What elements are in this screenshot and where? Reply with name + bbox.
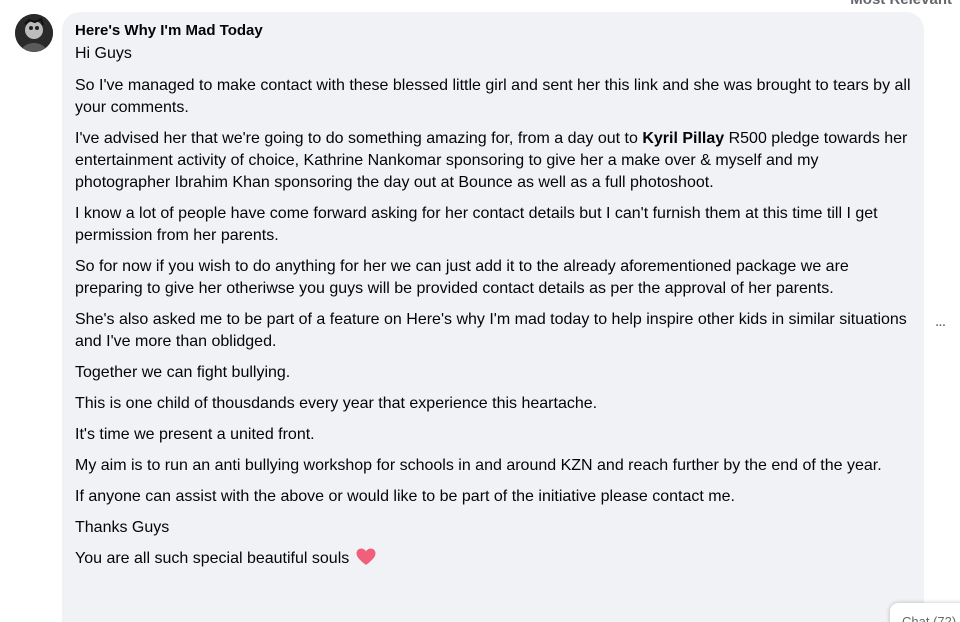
comment-paragraph-3: I know a lot of people have come forward…	[75, 205, 878, 244]
mention-link[interactable]: Kyril Pillay	[642, 130, 724, 147]
comment-bubble: Here's Why I'm Mad Today Hi Guys So I've…	[62, 12, 924, 622]
avatar[interactable]	[15, 14, 53, 52]
comment-paragraph-12: You are all such special beautiful souls	[75, 548, 912, 573]
avatar-image	[15, 14, 53, 52]
chat-tab[interactable]: Chat (72)	[890, 603, 960, 622]
comment-paragraph-8: It's time we present a united front.	[75, 426, 315, 443]
comment-paragraph-5: She's also asked me to be part of a feat…	[75, 311, 907, 350]
comment-view: Most Relevant Here's Why I'm Mad Today H…	[0, 0, 960, 622]
comment-paragraph-12-text: You are all such special beautiful souls	[75, 550, 350, 567]
comment-paragraph-7: This is one child of thousdands every ye…	[75, 395, 598, 412]
heart-icon	[356, 548, 376, 573]
comment-author-name[interactable]: Here's Why I'm Mad Today	[75, 21, 912, 41]
comment-paragraph-2: I've advised her that we're going to do …	[75, 128, 912, 194]
more-options-button[interactable]: ...	[928, 312, 952, 332]
comment-paragraph-10: If anyone can assist with the above or w…	[75, 488, 735, 505]
comment-paragraph-9: My aim is to run an anti bullying worksh…	[75, 457, 882, 474]
comment-paragraph-6: Together we can fight bullying.	[75, 364, 291, 381]
comment-paragraph-2-start: I've advised her that we're going to do …	[75, 130, 643, 147]
comment-paragraph-1: So I've managed to make contact with the…	[75, 77, 911, 116]
comment-paragraph-4: So for now if you wish to do anything fo…	[75, 258, 849, 297]
comment-paragraph-11: Thanks Guys	[75, 519, 170, 536]
comment-sort-dropdown[interactable]: Most Relevant	[850, 0, 952, 8]
comment-greeting: Hi Guys	[75, 45, 132, 62]
